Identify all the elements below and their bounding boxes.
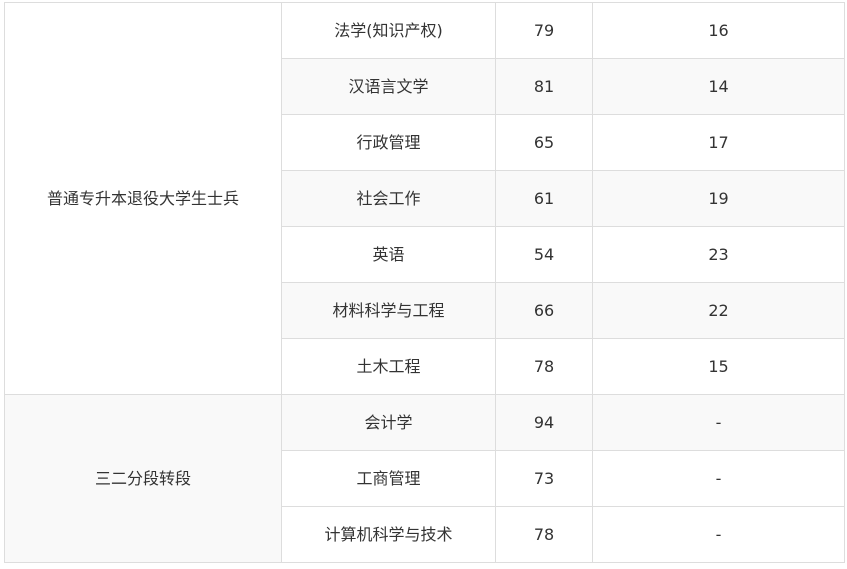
count-cell: 16 [592, 2, 845, 59]
score-cell: 61 [495, 170, 593, 227]
score-cell: 66 [495, 282, 593, 339]
group-label: 三二分段转段 [4, 394, 282, 563]
major-cell: 土木工程 [281, 338, 496, 395]
count-cell: 17 [592, 114, 845, 171]
major-cell: 汉语言文学 [281, 58, 496, 115]
table-row: 三二分段转段 会计学 94 - [4, 394, 845, 563]
count-cell: 22 [592, 282, 845, 339]
major-cell: 计算机科学与技术 [281, 506, 496, 563]
count-cell: 15 [592, 338, 845, 395]
score-cell: 65 [495, 114, 593, 171]
admissions-table-container: 普通专升本退役大学生士兵 法学(知识产权) 79 16 汉语言文学 81 14 … [0, 2, 847, 569]
score-cell: 81 [495, 58, 593, 115]
table-body: 普通专升本退役大学生士兵 法学(知识产权) 79 16 汉语言文学 81 14 … [4, 2, 845, 563]
score-cell: 78 [495, 506, 593, 563]
score-cell: 73 [495, 450, 593, 507]
count-cell: 19 [592, 170, 845, 227]
count-cell: - [592, 506, 845, 563]
major-cell: 英语 [281, 226, 496, 283]
score-cell: 54 [495, 226, 593, 283]
score-cell: 79 [495, 2, 593, 59]
score-cell: 94 [495, 394, 593, 451]
score-cell: 78 [495, 338, 593, 395]
count-cell: - [592, 394, 845, 451]
major-cell: 社会工作 [281, 170, 496, 227]
count-cell: 14 [592, 58, 845, 115]
major-cell: 行政管理 [281, 114, 496, 171]
admissions-table: 普通专升本退役大学生士兵 法学(知识产权) 79 16 汉语言文学 81 14 … [4, 2, 845, 563]
group-label: 普通专升本退役大学生士兵 [4, 2, 282, 395]
major-cell: 工商管理 [281, 450, 496, 507]
major-cell: 法学(知识产权) [281, 2, 496, 59]
major-cell: 材料科学与工程 [281, 282, 496, 339]
count-cell: - [592, 450, 845, 507]
major-cell: 会计学 [281, 394, 496, 451]
table-row: 普通专升本退役大学生士兵 法学(知识产权) 79 16 [4, 2, 845, 395]
count-cell: 23 [592, 226, 845, 283]
